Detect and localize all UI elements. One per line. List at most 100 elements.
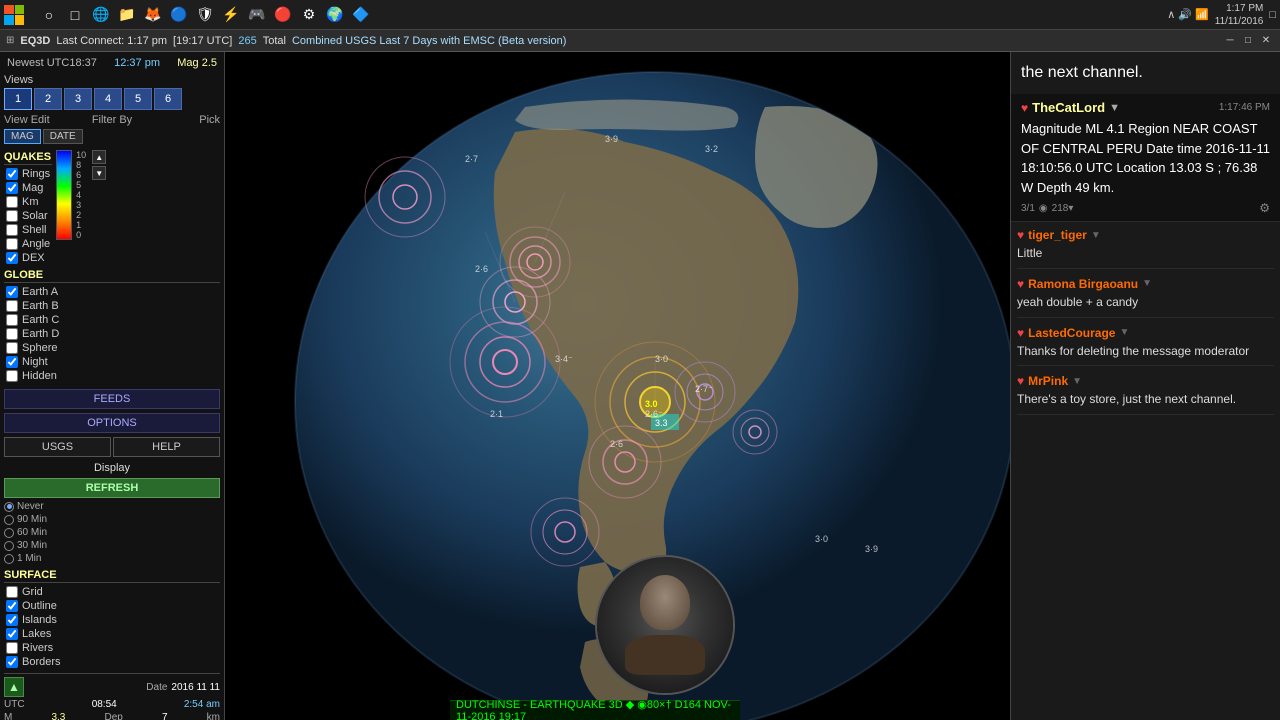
mag-down-btn[interactable]: ▼	[92, 166, 106, 180]
chat-message-2: ♥ Ramona Birgaoanu ▼ yeah double + a can…	[1017, 277, 1274, 318]
earth-d-row: Earth D	[4, 327, 220, 341]
never-option[interactable]: Never	[4, 500, 220, 513]
islands-checkbox[interactable]	[6, 614, 18, 626]
filter-by-label: Filter By	[77, 114, 148, 126]
task-view-icon[interactable]: □	[64, 4, 86, 26]
firefox-icon[interactable]: 🦊	[142, 4, 164, 26]
90min-radio[interactable]	[4, 515, 14, 525]
date-value: 2016 11 11	[171, 682, 220, 693]
30min-option[interactable]: 30 Min	[4, 539, 220, 552]
globe-title: GLOBE	[4, 269, 220, 283]
grid-label: Grid	[22, 586, 43, 598]
defender-icon[interactable]: 🛡	[194, 4, 216, 26]
view-btn-5[interactable]: 5	[124, 88, 152, 110]
lakes-checkbox[interactable]	[6, 628, 18, 640]
earth-b-checkbox[interactable]	[6, 300, 18, 312]
1min-option[interactable]: 1 Min	[4, 552, 220, 565]
30min-radio[interactable]	[4, 541, 14, 551]
arrow-3[interactable]: ▼	[1119, 327, 1129, 338]
borders-checkbox[interactable]	[6, 656, 18, 668]
dropdown-arrow[interactable]: ▼	[1109, 102, 1120, 114]
solar-checkbox[interactable]	[6, 210, 18, 222]
mag-checkbox[interactable]	[6, 182, 18, 194]
mag-filter-btn[interactable]: MAG	[4, 129, 41, 144]
explorer-icon[interactable]: 📁	[116, 4, 138, 26]
view-buttons[interactable]: 1 2 3 4 5 6	[4, 88, 220, 110]
arrow-2[interactable]: ▼	[1142, 278, 1152, 289]
eq3d-icon[interactable]: 🌍	[324, 4, 346, 26]
outline-checkbox[interactable]	[6, 600, 18, 612]
svg-text:3·0: 3·0	[655, 354, 668, 364]
earth-a-checkbox[interactable]	[6, 286, 18, 298]
90min-option[interactable]: 90 Min	[4, 513, 220, 526]
msg-text-2: yeah double + a candy	[1017, 294, 1274, 311]
view-btn-6[interactable]: 6	[154, 88, 182, 110]
refresh-button[interactable]: REFRESH	[4, 478, 220, 498]
km-row: Km	[4, 195, 52, 209]
status-text: DUTCHINSE - EARTHQUAKE 3D ◆ ◉80×† D164 N…	[456, 698, 734, 720]
help-button[interactable]: HELP	[113, 437, 220, 457]
hidden-checkbox[interactable]	[6, 370, 18, 382]
km-checkbox[interactable]	[6, 196, 18, 208]
location-info: 3/1	[1021, 203, 1035, 214]
grid-row: Grid	[4, 585, 220, 599]
options-button[interactable]: OPTIONS	[4, 413, 220, 433]
shell-checkbox[interactable]	[6, 224, 18, 236]
date-filter-btn[interactable]: DATE	[43, 129, 83, 144]
system-tray: ∧ 🔊 📶	[1167, 8, 1209, 21]
app1-icon[interactable]: ⚡	[220, 4, 242, 26]
never-radio[interactable]	[4, 502, 14, 512]
grid-checkbox[interactable]	[6, 586, 18, 598]
distance-info: 218▾	[1052, 203, 1074, 214]
msg-header-1: ♥ tiger_tiger ▼	[1017, 228, 1274, 242]
night-checkbox[interactable]	[6, 356, 18, 368]
rivers-label: Rivers	[22, 642, 53, 654]
ie-icon[interactable]: 🔵	[168, 4, 190, 26]
view-btn-1[interactable]: 1	[4, 88, 32, 110]
earth-c-row: Earth C	[4, 313, 220, 327]
1min-radio[interactable]	[4, 554, 14, 564]
mag-controls[interactable]: ▲ ▼	[92, 150, 106, 262]
60min-radio[interactable]	[4, 528, 14, 538]
view-btn-2[interactable]: 2	[34, 88, 62, 110]
chat-message-1: ♥ tiger_tiger ▼ Little	[1017, 228, 1274, 269]
sphere-checkbox[interactable]	[6, 342, 18, 354]
dex-checkbox[interactable]	[6, 252, 18, 264]
view-btn-3[interactable]: 3	[64, 88, 92, 110]
arrow-4[interactable]: ▼	[1072, 376, 1082, 387]
globe-area[interactable]: 3.0	[225, 52, 1010, 720]
earth-c-checkbox[interactable]	[6, 314, 18, 326]
feeds-button[interactable]: FEEDS	[4, 389, 220, 409]
close-button[interactable]: ✕	[1258, 33, 1274, 49]
app5-icon[interactable]: 🔷	[350, 4, 372, 26]
search-icon[interactable]: ○	[38, 4, 60, 26]
60min-option[interactable]: 60 Min	[4, 526, 220, 539]
msg-text-3: Thanks for deleting the message moderato…	[1017, 343, 1274, 360]
mag-up-btn[interactable]: ▲	[92, 150, 106, 164]
edge-icon[interactable]: 🌐	[90, 4, 112, 26]
earth-d-checkbox[interactable]	[6, 328, 18, 340]
start-button[interactable]	[4, 5, 30, 25]
up-arrow-button[interactable]: ▲	[4, 677, 24, 697]
maximize-button[interactable]: □	[1240, 33, 1256, 49]
heart-icon-4: ♥	[1017, 374, 1024, 388]
mag-color-bar	[56, 150, 72, 240]
lakes-label: Lakes	[22, 628, 51, 640]
msg-meta: 3/1 ◉ 218▾ ⚙	[1021, 201, 1270, 215]
arrow-1[interactable]: ▼	[1091, 230, 1101, 241]
main-msg-text: Magnitude ML 4.1 Region NEAR COAST OF CE…	[1021, 119, 1270, 197]
usgs-button[interactable]: USGS	[4, 437, 111, 457]
90min-label: 90 Min	[17, 514, 47, 525]
quakes-mag-area: QUAKES Rings Mag Km Solar	[4, 147, 220, 265]
app4-icon[interactable]: ⚙	[298, 4, 320, 26]
angle-row: Angle	[4, 237, 52, 251]
settings-icon[interactable]: ⚙	[1259, 201, 1270, 215]
rivers-checkbox[interactable]	[6, 642, 18, 654]
rings-checkbox[interactable]	[6, 168, 18, 180]
view-btn-4[interactable]: 4	[94, 88, 122, 110]
minimize-button[interactable]: ─	[1222, 33, 1238, 49]
app3-icon[interactable]: 🔴	[272, 4, 294, 26]
window-controls[interactable]: ─ □ ✕	[1222, 33, 1274, 49]
angle-checkbox[interactable]	[6, 238, 18, 250]
app2-icon[interactable]: 🎮	[246, 4, 268, 26]
